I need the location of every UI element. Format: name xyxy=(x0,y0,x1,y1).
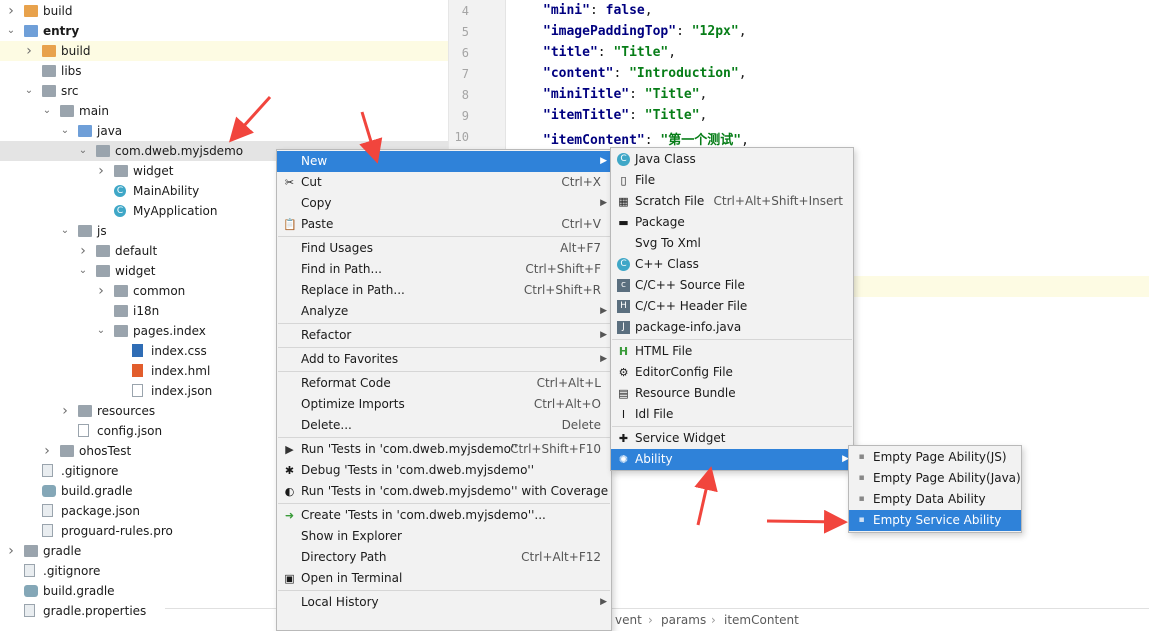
red-arrow xyxy=(694,466,718,526)
annotation-arrows xyxy=(228,95,848,534)
red-arrow xyxy=(359,111,383,164)
red-arrow xyxy=(228,95,272,143)
red-arrow xyxy=(766,509,848,534)
